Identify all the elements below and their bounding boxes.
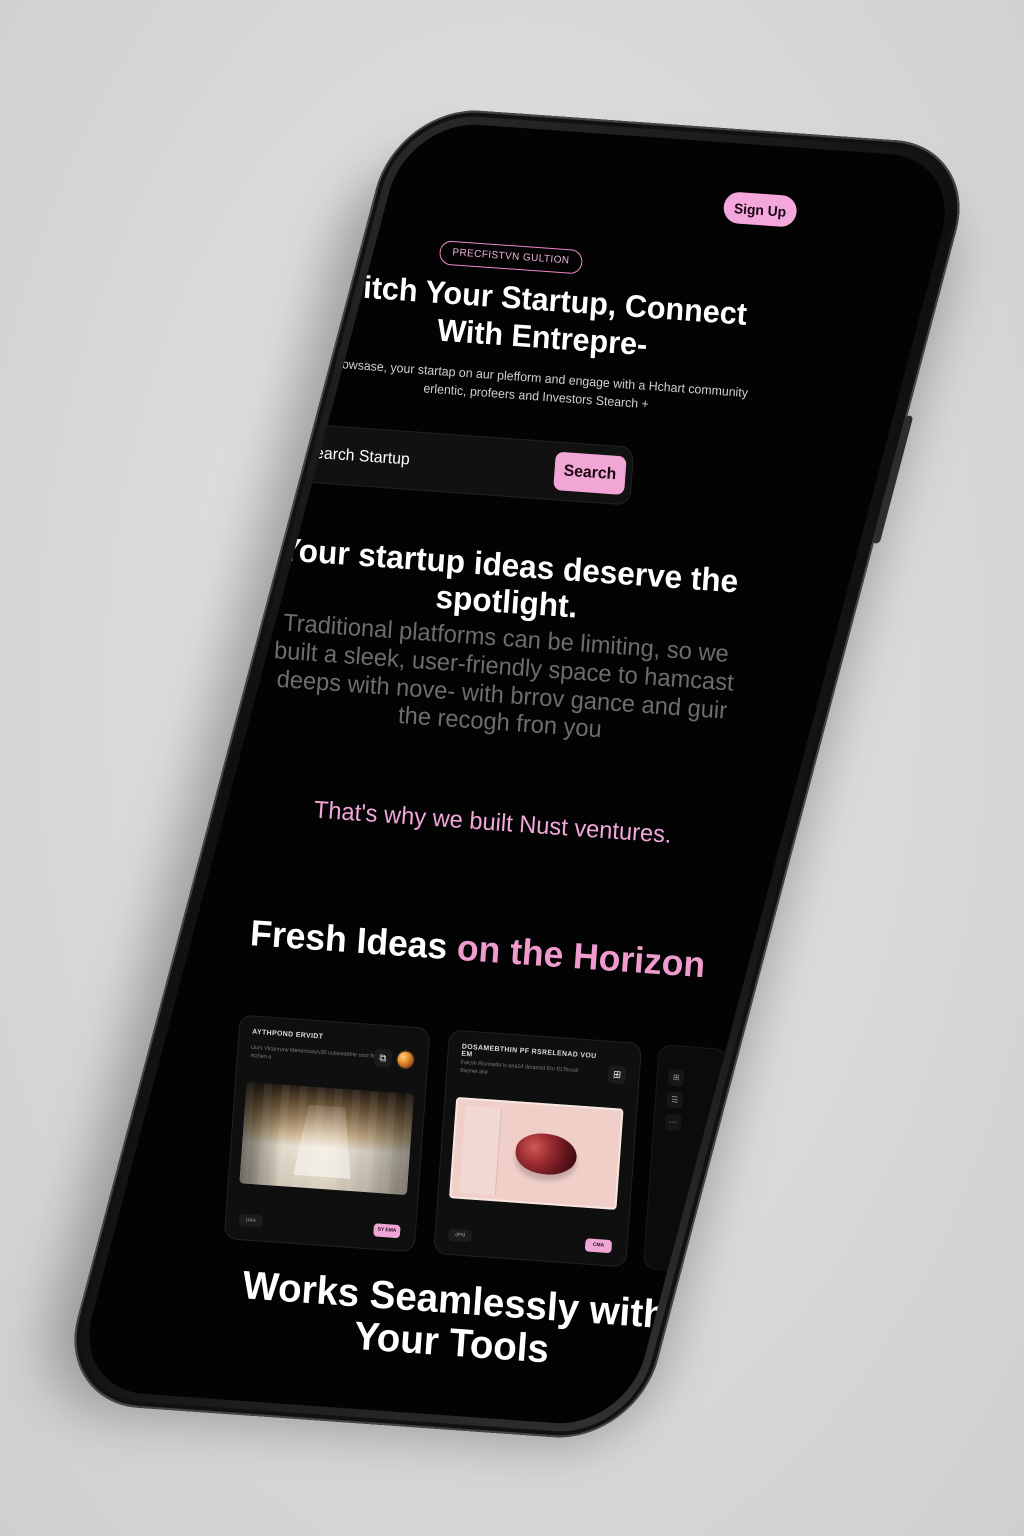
startup-card[interactable]: DOSAMEBTHIN PF RSRELENAD VOU EM Fuicsh R… [433,1029,643,1268]
hallway-image[interactable] [239,1082,414,1196]
list-icon[interactable]: ☰ [666,1091,684,1109]
phone-mockup: NEXT Sign Up PRECFISTVN GULTION Pitch Yo… [55,105,979,1443]
fresh-ideas-title-accent: on the Horizon [455,926,707,986]
app-screen: NEXT Sign Up PRECFISTVN GULTION Pitch Yo… [194,120,839,1428]
search-input[interactable] [301,439,524,482]
startup-card-tag: dPM [447,1228,473,1243]
founder-avatar[interactable] [396,1050,416,1070]
search-button[interactable]: Search [553,451,627,496]
grid-icon[interactable]: ⊞ [667,1069,685,1087]
product-image[interactable] [449,1096,624,1210]
startup-card-title: AYTHPOND ERVIDT [252,1028,324,1041]
grid-icon[interactable]: ⊞ [607,1065,627,1085]
copy-icon[interactable]: ⧉ [373,1048,393,1068]
startup-card-tag: UAA [238,1213,263,1228]
startup-card-action-button[interactable]: SY EMA [373,1223,401,1239]
more-icon[interactable]: ⋯ [664,1113,682,1132]
startup-card-actions: ⧉ [373,1048,416,1070]
hero-badge: PRECFISTVN GULTION [438,240,584,275]
brain-object-image [514,1131,579,1177]
startup-card[interactable]: AYTHPOND ERVIDT Uurs Vtcanrurw Menercsas… [223,1014,431,1253]
startup-card-description: Uurs Vtcanrurw Menercsas/v30 culsceabhte… [250,1044,375,1061]
startup-card-mini-icons: ⊞ ☰ ⋯ [664,1069,685,1137]
spotlight-highlight: That's why we built Nust ventures. [312,796,673,849]
startup-search-bar: Search [283,422,635,506]
integrations-title: Works Seamlessly with Your Tools [241,1263,668,1372]
fresh-ideas-title: Fresh Ideas on the Horizon [242,911,713,986]
sign-up-button[interactable]: Sign Up [722,191,798,228]
fresh-ideas-title-white: Fresh Ideas [248,911,459,968]
startup-card-actions: ⊞ [607,1065,627,1085]
hero-title: Pitch Your Startup, Connect With Entrepr… [341,267,749,362]
startup-card-action-button[interactable]: CMA [584,1238,613,1254]
